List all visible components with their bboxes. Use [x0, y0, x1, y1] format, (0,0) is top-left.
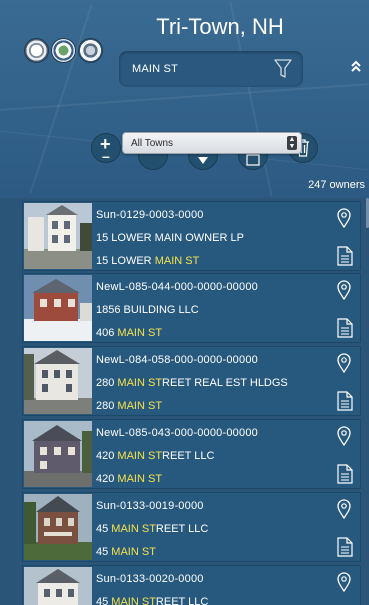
collapse-up-icon[interactable]	[350, 60, 362, 72]
owner-name: 45 MAIN STREET LLC	[96, 523, 209, 535]
map-pin-icon[interactable]	[337, 499, 351, 519]
chevron-down-icon	[198, 157, 208, 164]
property-photo	[24, 275, 92, 341]
town-select-value: All Towns	[131, 137, 174, 149]
document-icon	[246, 154, 260, 166]
town-seal-icon	[78, 38, 103, 63]
parcel-id: Sun-0133-0020-0000	[96, 573, 204, 585]
property-address: 15 LOWER MAIN ST	[96, 255, 200, 267]
map-road	[0, 83, 369, 111]
property-photo	[24, 494, 92, 560]
map-pin-icon[interactable]	[337, 353, 351, 373]
document-icon[interactable]	[337, 464, 353, 484]
document-icon[interactable]	[337, 391, 353, 411]
property-address: 45 MAIN ST	[96, 546, 156, 558]
parcel-id: Sun-0133-0019-0000	[96, 500, 204, 512]
select-arrows-icon: ▲ ▼	[287, 136, 297, 150]
town-seals	[24, 38, 103, 63]
parcel-id: NewL-085-043-000-0000-00000	[96, 427, 258, 439]
list-item[interactable]: Sun-0133-0020-0000 45 MAIN STREET LLC	[22, 565, 361, 605]
map-pin-icon[interactable]	[337, 208, 351, 228]
document-icon[interactable]	[337, 246, 353, 266]
search-value: MAIN ST	[132, 63, 179, 75]
property-photo	[24, 348, 92, 414]
owner-name: 15 LOWER MAIN OWNER LP	[96, 232, 244, 244]
parcel-id: NewL-085-044-000-0000-00000	[96, 281, 258, 293]
results-list[interactable]: Sun-0129-0003-0000 15 LOWER MAIN OWNER L…	[22, 198, 367, 605]
page-title: Tri-Town, NH	[156, 14, 284, 39]
owner-name: 280 MAIN STREET REAL EST HLDGS	[96, 377, 288, 389]
list-item[interactable]: NewL-085-043-000-0000-00000 420 MAIN STR…	[22, 419, 361, 489]
owner-count: 247 owners	[308, 179, 365, 191]
owner-name: 420 MAIN STREET LLC	[96, 450, 215, 462]
document-icon[interactable]	[337, 537, 353, 557]
list-item[interactable]: Sun-0129-0003-0000 15 LOWER MAIN OWNER L…	[22, 201, 361, 271]
list-item[interactable]: NewL-085-044-000-0000-00000 1856 BUILDIN…	[22, 273, 361, 343]
town-select[interactable]: All Towns ▲ ▼	[122, 132, 302, 154]
property-photo	[24, 421, 92, 487]
parcel-id: Sun-0129-0003-0000	[96, 209, 204, 221]
parcel-id: NewL-084-058-000-0000-00000	[96, 354, 258, 366]
owner-name: 1856 BUILDING LLC	[96, 304, 199, 316]
property-address: 420 MAIN ST	[96, 473, 163, 485]
document-icon[interactable]	[337, 318, 353, 338]
map-pin-icon[interactable]	[337, 572, 351, 592]
property-photo	[24, 203, 92, 269]
search-input[interactable]: MAIN ST	[119, 51, 303, 87]
owner-name: 45 MAIN STREET LLC	[96, 596, 209, 605]
filter-icon[interactable]	[274, 59, 292, 79]
map-pin-icon[interactable]	[337, 426, 351, 446]
property-address: 406 MAIN ST	[96, 327, 163, 339]
town-seal-icon	[24, 38, 49, 63]
list-item[interactable]: Sun-0133-0019-0000 45 MAIN STREET LLC 45…	[22, 492, 361, 562]
list-item[interactable]: NewL-084-058-000-0000-00000 280 MAIN STR…	[22, 346, 361, 416]
property-address: 280 MAIN ST	[96, 400, 163, 412]
map-pin-icon[interactable]	[337, 280, 351, 300]
minus-icon[interactable]: –	[102, 148, 110, 164]
map-road	[29, 4, 93, 194]
property-photo	[24, 567, 92, 605]
app-header: Tri-Town, NH MAIN ST + – All Towns ▲ ▼ 24…	[0, 0, 369, 198]
town-seal-icon	[51, 38, 76, 63]
